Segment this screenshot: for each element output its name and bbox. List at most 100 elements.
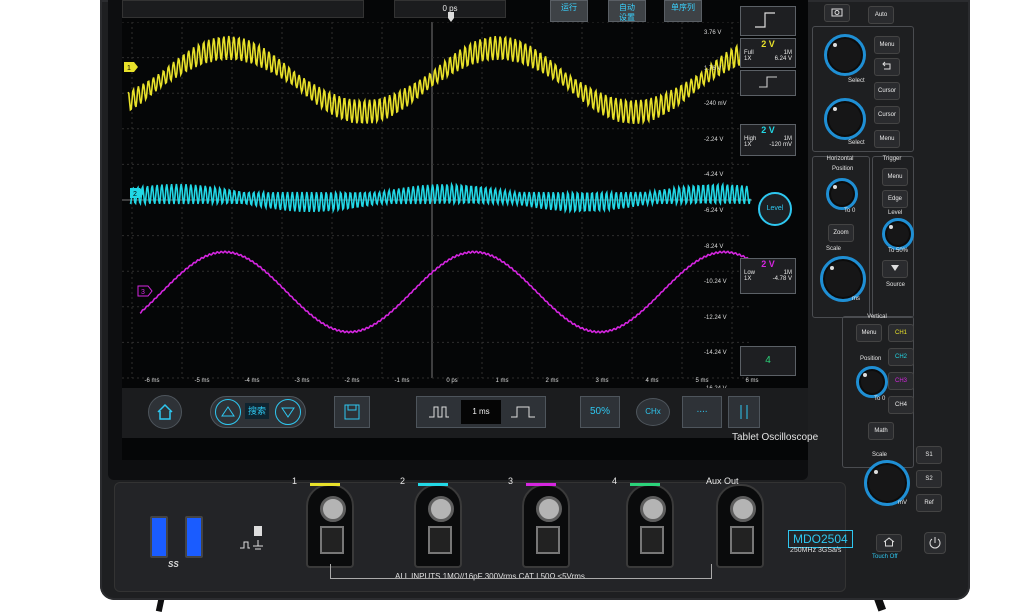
s2-button[interactable]: S2	[916, 470, 942, 488]
channel-number-label: 4	[612, 476, 618, 486]
trigger-level-label: Level	[888, 210, 903, 216]
single-sequence-button[interactable]: 单序列	[664, 0, 702, 22]
usb-port-2[interactable]	[185, 516, 203, 558]
s1-button[interactable]: S1	[916, 446, 942, 464]
h-scale-label: Scale	[826, 246, 842, 252]
ch2-scale-box[interactable]: 2 V High 1M 1X -120 mV	[740, 124, 796, 156]
trigger-menu-button[interactable]: Menu	[882, 168, 908, 186]
probe-port	[428, 526, 452, 554]
return-icon	[882, 61, 891, 70]
top-status-bar: 0 ps 运行 自动 设置 单序列	[122, 0, 808, 22]
x-axis-label: 5 ms	[695, 378, 709, 384]
trigger-source-arrow[interactable]	[882, 260, 908, 278]
timebase-increase-button[interactable]	[505, 397, 541, 440]
ref-button[interactable]: Ref	[916, 494, 942, 512]
save-button[interactable]	[334, 396, 370, 428]
svg-text:2: 2	[133, 191, 137, 198]
home-icon	[883, 537, 895, 547]
search-up-button[interactable]	[215, 399, 241, 425]
bnc-housing	[716, 484, 764, 568]
v-position-knob[interactable]	[856, 366, 888, 398]
bnc-ring	[428, 496, 454, 522]
channel-input-3[interactable]	[516, 484, 572, 576]
status-box-left	[122, 0, 364, 18]
screenshot-button[interactable]	[824, 4, 850, 22]
bottom-toolbar: 搜索 1 ms 50% CHx ∙∙∙∙	[122, 388, 808, 438]
v-position-label: Position	[860, 356, 882, 362]
channel-input-1[interactable]	[300, 484, 356, 576]
select-label-1: Select	[848, 78, 865, 84]
channel-side-panel: 2 V Full 1M 1X 6.24 V 2 V High 1M 1X -12…	[740, 0, 806, 380]
y-axis-label: 3.76 V	[704, 30, 722, 36]
channel-input-4[interactable]	[620, 484, 676, 576]
y-axis-label: 1.76 V	[704, 65, 722, 72]
back-button[interactable]	[874, 58, 900, 76]
home-button[interactable]	[148, 395, 182, 429]
ch3-button[interactable]: CH3	[888, 372, 914, 390]
display-screen[interactable]: 0 ps 运行 自动 设置 单序列 1 2 3 3.76 V 1.76 V -240…	[122, 0, 808, 460]
search-group: 搜索	[210, 396, 306, 428]
probe-port	[536, 526, 560, 554]
usb-port-1[interactable]	[150, 516, 168, 558]
trigger-level-button[interactable]: Level	[758, 192, 792, 226]
math-button[interactable]: Math	[868, 422, 894, 440]
waveform-plot[interactable]: 1 2 3	[122, 22, 762, 382]
channel-color-stripe	[418, 483, 448, 486]
triangle-up-icon	[221, 406, 235, 417]
ch1-waveform	[127, 35, 751, 126]
search-label[interactable]: 搜索	[245, 403, 270, 419]
chx-button[interactable]: CHx	[636, 398, 670, 426]
camera-icon	[831, 8, 843, 17]
search-down-button[interactable]	[275, 399, 301, 425]
x-axis-label: -3 ms	[294, 378, 310, 384]
svg-text:3: 3	[141, 289, 145, 296]
run-button[interactable]: 运行	[550, 0, 588, 22]
usb-logo-text: SS	[168, 560, 179, 569]
horizontal-title: Horizontal	[826, 156, 854, 162]
x-axis-label: 2 ms	[545, 378, 559, 384]
timebase-decrease-button[interactable]	[421, 397, 457, 440]
ch1-scale-box[interactable]: 2 V Full 1M 1X 6.24 V	[740, 38, 796, 68]
auto-setup-button[interactable]: 自动 设置	[608, 0, 646, 22]
select-knob-2[interactable]	[824, 98, 866, 140]
trigger-position-marker[interactable]	[448, 12, 454, 22]
ch2-button[interactable]: CH2	[888, 348, 914, 366]
page-number-button[interactable]: 4	[740, 346, 796, 376]
timebase-group: 1 ms	[416, 396, 546, 428]
ch1-button[interactable]: CH1	[888, 324, 914, 342]
auto-button[interactable]: Auto	[868, 6, 894, 24]
ch3-scale-box[interactable]: 2 V Low 1M 1X -4.78 V	[740, 258, 796, 294]
touch-off-button[interactable]	[876, 534, 902, 552]
menu-toggle-button[interactable]	[728, 396, 760, 428]
menu-button-top[interactable]: Menu	[874, 36, 900, 54]
x-axis-label: 0 ps	[446, 378, 458, 384]
fifty-percent-button[interactable]: 50%	[580, 396, 620, 428]
h-ms-label: ms	[852, 296, 860, 302]
select-knob-1[interactable]	[824, 34, 866, 76]
trigger-level-knob[interactable]	[882, 218, 914, 250]
channel-color-stripe	[526, 483, 556, 486]
power-button[interactable]	[924, 532, 946, 554]
channel-input-2[interactable]	[408, 484, 464, 576]
ch3-scale: 2 V	[761, 259, 775, 269]
y-axis-label: -10.24 V	[704, 279, 727, 286]
more-button[interactable]: ∙∙∙∙	[682, 396, 722, 428]
vertical-menu-button[interactable]: Menu	[856, 324, 882, 342]
x-axis-label: -6 ms	[144, 378, 160, 384]
h-position-knob[interactable]	[826, 178, 858, 210]
trigger-type-button[interactable]	[740, 6, 796, 36]
bnc-ring	[730, 496, 756, 522]
menu-button-2[interactable]: Menu	[874, 130, 900, 148]
zoom-button[interactable]: Zoom	[828, 224, 854, 242]
h-to0-label: To 0	[844, 208, 856, 214]
ch4-button[interactable]: CH4	[888, 396, 914, 414]
ch1-scale: 2 V	[761, 39, 775, 49]
ch1-trigger-edge-box[interactable]	[740, 70, 796, 96]
cursor-button-1[interactable]: Cursor	[874, 82, 900, 100]
ground-terminal-icon[interactable]	[238, 524, 268, 554]
svg-text:1: 1	[127, 65, 131, 72]
trigger-edge-button[interactable]: Edge	[882, 190, 908, 208]
ch2-probe: 1X	[744, 142, 752, 148]
cursor-button-2[interactable]: Cursor	[874, 106, 900, 124]
aux-out-connector[interactable]	[710, 484, 766, 576]
